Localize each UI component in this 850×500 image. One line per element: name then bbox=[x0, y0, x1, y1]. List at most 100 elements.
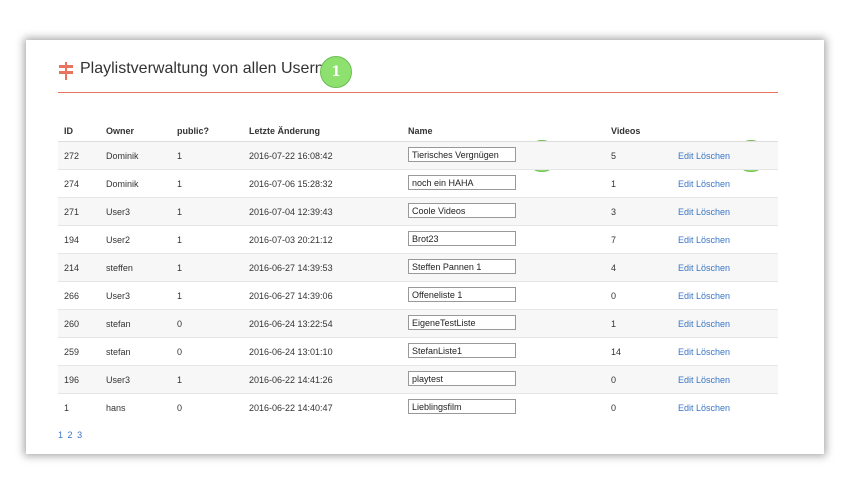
cell-actions: Edit Löschen bbox=[672, 169, 778, 198]
table-row: 274 Dominik 1 2016-07-06 15:28:32 noch ein H… bbox=[58, 169, 778, 198]
edit-link[interactable]: Edit bbox=[678, 347, 694, 357]
cell-id: 272 bbox=[58, 141, 100, 170]
cell-videos: 3 bbox=[605, 197, 672, 226]
table-row: 196 User3 1 2016-06-22 14:41:26 playtest 0 Edi… bbox=[58, 365, 778, 394]
cell-owner: steffen bbox=[100, 253, 171, 282]
callout-marker-1: 1 bbox=[320, 56, 352, 88]
edit-link[interactable]: Edit bbox=[678, 151, 694, 161]
edit-link[interactable]: Edit bbox=[678, 375, 694, 385]
playlist-name-input[interactable]: Offeneliste 1 bbox=[408, 287, 516, 302]
page-link-1[interactable]: 1 bbox=[58, 430, 63, 440]
cell-actions: Edit Löschen bbox=[672, 393, 778, 421]
cell-public: 1 bbox=[171, 141, 243, 170]
edit-link[interactable]: Edit bbox=[678, 207, 694, 217]
cell-last-change: 2016-07-22 16:08:42 bbox=[243, 141, 402, 170]
edit-link[interactable]: Edit bbox=[678, 319, 694, 329]
page-link-2[interactable]: 2 bbox=[68, 430, 73, 440]
playlist-name-input[interactable]: Lieblingsfilm bbox=[408, 399, 516, 414]
column-header-last-change: Letzte Änderung bbox=[243, 120, 402, 142]
cell-public: 1 bbox=[171, 169, 243, 198]
cell-actions: Edit Löschen bbox=[672, 309, 778, 338]
cell-videos: 5 bbox=[605, 141, 672, 170]
cell-public: 1 bbox=[171, 253, 243, 282]
playlist-name-input[interactable]: Tierisches Vergnügen bbox=[408, 147, 516, 162]
pagination: 1 2 3 bbox=[58, 430, 84, 440]
cell-owner: User3 bbox=[100, 365, 171, 394]
playlist-name-input[interactable]: Steffen Pannen 1 bbox=[408, 259, 516, 274]
cell-name: Tierisches Vergnügen bbox=[402, 141, 605, 170]
table-row: 259 stefan 0 2016-06-24 13:01:10 StefanListe… bbox=[58, 337, 778, 366]
cell-owner: Dominik bbox=[100, 141, 171, 170]
delete-link[interactable]: Löschen bbox=[696, 291, 730, 301]
cell-last-change: 2016-06-24 13:22:54 bbox=[243, 309, 402, 338]
delete-link[interactable]: Löschen bbox=[696, 347, 730, 357]
playlist-name-input[interactable]: noch ein HAHA bbox=[408, 175, 516, 190]
edit-link[interactable]: Edit bbox=[678, 403, 694, 413]
edit-link[interactable]: Edit bbox=[678, 263, 694, 273]
cell-id: 259 bbox=[58, 337, 100, 366]
cell-videos: 4 bbox=[605, 253, 672, 282]
page-link-3[interactable]: 3 bbox=[77, 430, 82, 440]
cell-videos: 0 bbox=[605, 281, 672, 310]
cell-last-change: 2016-07-03 20:21:12 bbox=[243, 225, 402, 254]
playlist-name-input[interactable]: Coole Videos bbox=[408, 203, 516, 218]
delete-link[interactable]: Löschen bbox=[696, 179, 730, 189]
column-header-public: public? bbox=[171, 120, 243, 142]
cell-videos: 14 bbox=[605, 337, 672, 366]
cell-name: Steffen Pannen 1 bbox=[402, 253, 605, 282]
table-row: 1 hans 0 2016-06-22 14:40:47 Lieblingsfilm 0 E… bbox=[58, 393, 778, 421]
playlist-name-input[interactable]: playtest bbox=[408, 371, 516, 386]
cell-public: 1 bbox=[171, 281, 243, 310]
cell-name: EigeneTestListe bbox=[402, 309, 605, 338]
cell-name: Coole Videos bbox=[402, 197, 605, 226]
cell-owner: stefan bbox=[100, 309, 171, 338]
cell-videos: 1 bbox=[605, 169, 672, 198]
table-row: 260 stefan 0 2016-06-24 13:22:54 EigeneTestL… bbox=[58, 309, 778, 338]
table-row: 194 User2 1 2016-07-03 20:21:12 Brot23 7 Edit … bbox=[58, 225, 778, 254]
cell-actions: Edit Löschen bbox=[672, 197, 778, 226]
edit-link[interactable]: Edit bbox=[678, 235, 694, 245]
cell-owner: User2 bbox=[100, 225, 171, 254]
table-row: 272 Dominik 1 2016-07-22 16:08:42 Tierisches… bbox=[58, 141, 778, 170]
column-header-owner: Owner bbox=[100, 120, 171, 142]
delete-link[interactable]: Löschen bbox=[696, 235, 730, 245]
cell-name: Lieblingsfilm bbox=[402, 393, 605, 421]
cell-actions: Edit Löschen bbox=[672, 225, 778, 254]
edit-link[interactable]: Edit bbox=[678, 291, 694, 301]
delete-link[interactable]: Löschen bbox=[696, 263, 730, 273]
playlist-name-input[interactable]: Brot23 bbox=[408, 231, 516, 246]
delete-link[interactable]: Löschen bbox=[696, 403, 730, 413]
edit-link[interactable]: Edit bbox=[678, 179, 694, 189]
cell-public: 0 bbox=[171, 309, 243, 338]
cell-last-change: 2016-06-27 14:39:06 bbox=[243, 281, 402, 310]
cell-last-change: 2016-07-06 15:28:32 bbox=[243, 169, 402, 198]
cell-videos: 0 bbox=[605, 365, 672, 394]
playlist-name-input[interactable]: EigeneTestListe bbox=[408, 315, 516, 330]
cell-id: 266 bbox=[58, 281, 100, 310]
cell-name: Offeneliste 1 bbox=[402, 281, 605, 310]
cell-actions: Edit Löschen bbox=[672, 281, 778, 310]
cell-name: noch ein HAHA bbox=[402, 169, 605, 198]
cell-videos: 0 bbox=[605, 393, 672, 421]
playlist-table: ID Owner public? Letzte Änderung Name Vi… bbox=[58, 120, 778, 421]
cell-videos: 7 bbox=[605, 225, 672, 254]
delete-link[interactable]: Löschen bbox=[696, 375, 730, 385]
playlist-panel: Playlistverwaltung von allen Usern 1 2 3… bbox=[26, 40, 824, 454]
delete-link[interactable]: Löschen bbox=[696, 151, 730, 161]
cell-public: 1 bbox=[171, 197, 243, 226]
cell-actions: Edit Löschen bbox=[672, 253, 778, 282]
playlist-name-input[interactable]: StefanListe1 bbox=[408, 343, 516, 358]
cell-id: 260 bbox=[58, 309, 100, 338]
cell-actions: Edit Löschen bbox=[672, 141, 778, 170]
column-header-actions bbox=[672, 120, 778, 142]
cell-public: 0 bbox=[171, 337, 243, 366]
column-header-id: ID bbox=[58, 120, 100, 142]
cell-owner: User3 bbox=[100, 281, 171, 310]
cell-last-change: 2016-06-27 14:39:53 bbox=[243, 253, 402, 282]
delete-link[interactable]: Löschen bbox=[696, 207, 730, 217]
column-header-videos: Videos bbox=[605, 120, 672, 142]
cell-id: 214 bbox=[58, 253, 100, 282]
table-header-row: ID Owner public? Letzte Änderung Name Vi… bbox=[58, 120, 778, 142]
delete-link[interactable]: Löschen bbox=[696, 319, 730, 329]
cell-last-change: 2016-06-22 14:40:47 bbox=[243, 393, 402, 421]
